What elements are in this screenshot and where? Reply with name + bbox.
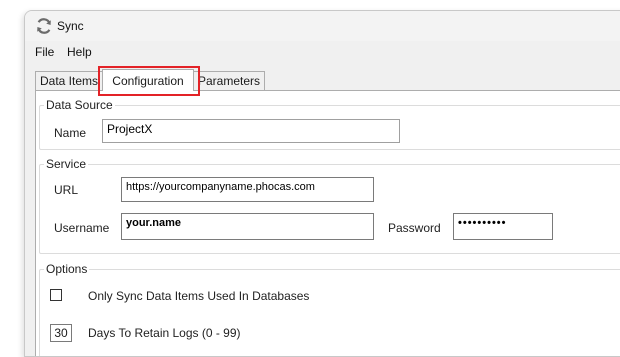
tab-strip: Data Items Configuration Parameters (35, 69, 620, 91)
username-label: Username (54, 221, 110, 235)
url-field[interactable]: https://yourcompanyname.phocas.com (121, 177, 374, 202)
configuration-panel: Data Source Name ProjectX Service URL ht… (35, 90, 620, 356)
name-field[interactable]: ProjectX (102, 119, 400, 143)
menu-help[interactable]: Help (67, 45, 92, 59)
data-source-group: Data Source Name ProjectX (39, 98, 620, 150)
options-group-label: Options (44, 262, 90, 276)
retain-logs-input[interactable]: 30 (50, 324, 72, 342)
options-group: Options Only Sync Data Items Used In Dat… (39, 262, 620, 356)
tab-parameters[interactable]: Parameters (193, 71, 265, 90)
username-field[interactable]: your.name (121, 213, 374, 240)
name-label: Name (54, 126, 87, 140)
retain-logs-label: Days To Retain Logs (0 - 99) (88, 326, 241, 340)
service-group: Service URL https://yourcompanyname.phoc… (39, 157, 620, 254)
menu-bar: File Help (25, 43, 620, 61)
window-title: Sync (57, 19, 84, 33)
url-label: URL (54, 183, 79, 197)
only-sync-checkbox[interactable] (50, 289, 62, 301)
data-source-group-label: Data Source (44, 98, 115, 112)
menu-file[interactable]: File (35, 45, 54, 59)
only-sync-label: Only Sync Data Items Used In Databases (88, 289, 310, 303)
tab-configuration[interactable]: Configuration (102, 69, 194, 91)
tab-data-items[interactable]: Data Items (35, 71, 103, 90)
service-group-label: Service (44, 157, 89, 171)
sync-window: Sync File Help Data Items Configuration … (24, 10, 620, 357)
password-label: Password (388, 221, 441, 235)
password-field[interactable]: •••••••••• (453, 213, 553, 240)
title-bar: Sync (25, 11, 620, 41)
sync-icon (37, 18, 51, 34)
